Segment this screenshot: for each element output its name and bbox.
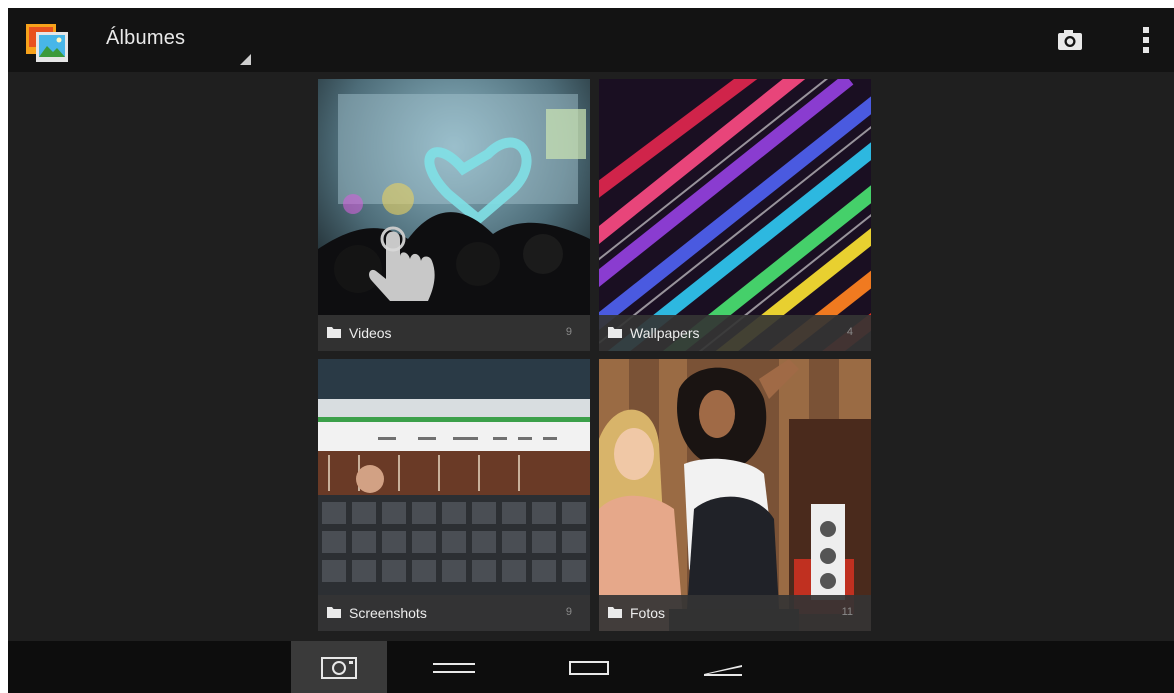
album-thumbnail (318, 359, 590, 631)
tab-frame-view[interactable] (541, 641, 637, 693)
album-count: 9 (565, 326, 572, 338)
folder-icon (608, 607, 622, 618)
album-tile-videos[interactable]: Videos 9 (318, 79, 590, 351)
overflow-menu-icon[interactable] (1136, 24, 1156, 56)
album-label-bar: Fotos 11 (599, 595, 871, 631)
page-title[interactable]: Álbumes (106, 27, 185, 50)
album-count: 4 (846, 326, 853, 338)
gallery-icon[interactable] (24, 18, 72, 66)
tab-list-view[interactable] (406, 641, 502, 693)
album-tile-fotos[interactable]: Fotos 11 (599, 359, 871, 631)
album-count: 11 (841, 606, 853, 618)
gallery-app: Álbumes Videos 9 Wallpapers 4 Screenshot… (8, 8, 1174, 693)
album-thumbnail (599, 359, 871, 631)
album-tile-wallpapers[interactable]: Wallpapers 4 (599, 79, 871, 351)
album-thumbnail (599, 79, 871, 351)
album-label-bar: Videos 9 (318, 315, 590, 351)
album-name: Fotos (630, 605, 666, 621)
camera-view-icon (321, 657, 357, 679)
folder-icon (608, 327, 622, 338)
album-name: Wallpapers (630, 325, 700, 341)
album-name: Screenshots (349, 605, 427, 621)
album-thumbnail (318, 79, 590, 351)
bottom-nav-bar (8, 641, 1174, 693)
folder-icon (327, 327, 341, 338)
filmstrip-view-icon (704, 665, 742, 676)
action-bar: Álbumes (8, 8, 1174, 72)
tab-camera-view[interactable] (291, 641, 387, 693)
album-label-bar: Screenshots 9 (318, 595, 590, 631)
album-tile-screenshots[interactable]: Screenshots 9 (318, 359, 590, 631)
frame-view-icon (569, 661, 609, 675)
camera-icon[interactable] (1056, 26, 1084, 54)
list-view-icon (433, 663, 475, 673)
album-name: Videos (349, 325, 392, 341)
album-label-bar: Wallpapers 4 (599, 315, 871, 351)
spinner-indicator[interactable] (240, 54, 251, 65)
tab-filmstrip-view[interactable] (675, 641, 771, 693)
album-count: 9 (565, 606, 572, 618)
folder-icon (327, 607, 341, 618)
